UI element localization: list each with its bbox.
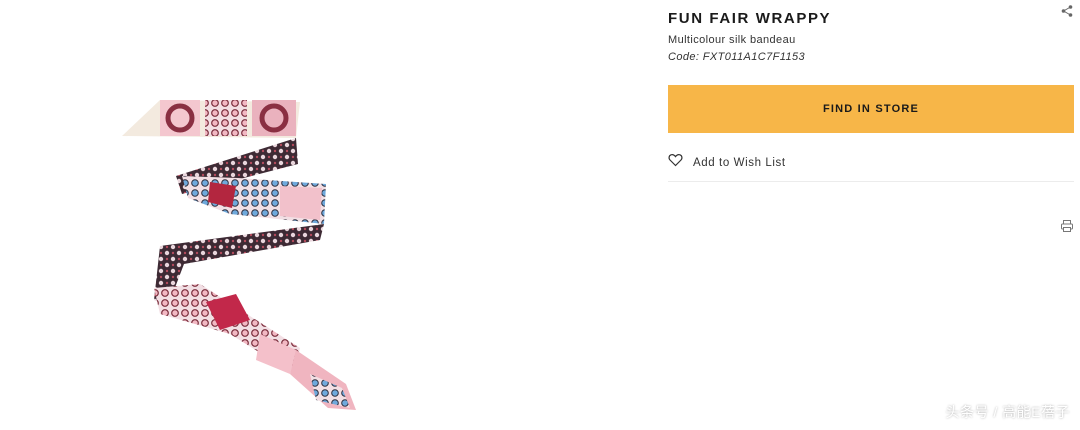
product-image bbox=[122, 100, 356, 410]
product-subtitle: Multicolour silk bandeau bbox=[668, 34, 796, 46]
watermark: 头条号 / 高能E蓓子 bbox=[945, 404, 1070, 420]
add-to-wish-list-link[interactable]: Add to Wish List bbox=[668, 153, 786, 172]
heart-icon bbox=[668, 153, 683, 172]
share-icon[interactable] bbox=[1060, 4, 1074, 18]
find-in-store-button[interactable]: FIND IN STORE bbox=[668, 85, 1074, 133]
print-icon[interactable] bbox=[1060, 219, 1074, 233]
divider bbox=[668, 181, 1074, 182]
product-title: FUN FAIR WRAPPY bbox=[668, 10, 832, 27]
product-code: Code: FXT011A1C7F1153 bbox=[668, 51, 806, 63]
wish-list-label: Add to Wish List bbox=[693, 156, 786, 169]
